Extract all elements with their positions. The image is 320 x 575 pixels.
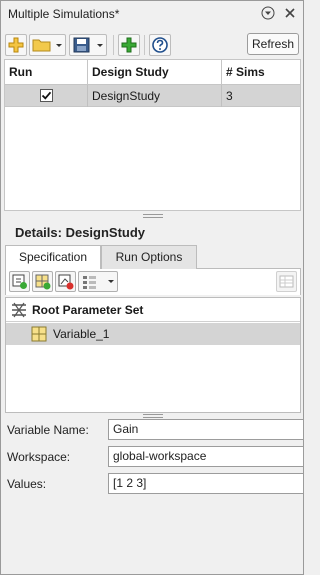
open-button[interactable] <box>29 34 66 56</box>
delete-button[interactable] <box>55 271 76 292</box>
add-icon <box>121 37 137 53</box>
tab-run-options[interactable]: Run Options <box>101 245 197 269</box>
column-header-sims[interactable]: # Sims <box>222 60 302 85</box>
layout-menu-button[interactable] <box>78 271 118 292</box>
table-row[interactable]: DesignStudy 3 <box>5 85 300 107</box>
values-label: Values: <box>7 477 47 491</box>
save-icon <box>73 37 90 53</box>
folder-icon <box>32 39 51 52</box>
specification-toolbar <box>5 269 301 295</box>
save-button[interactable] <box>69 34 107 56</box>
panel-title: Multiple Simulations* <box>8 7 120 21</box>
variable-name-field[interactable]: Gain <box>108 419 304 440</box>
close-icon[interactable] <box>283 6 297 20</box>
main-toolbar: Refresh <box>1 31 303 59</box>
chevron-down-icon <box>108 280 114 283</box>
add-variable-button[interactable] <box>32 271 53 292</box>
panel-menu-icon[interactable] <box>261 6 275 20</box>
tab-specification[interactable]: Specification <box>5 245 101 269</box>
plus-icon <box>8 37 24 53</box>
help-button[interactable] <box>149 34 171 56</box>
details-tabs: Specification Run Options <box>5 245 301 269</box>
table-view-button[interactable] <box>276 271 297 292</box>
variable-name-label: Variable Name: <box>7 423 89 437</box>
variable-icon <box>31 326 47 342</box>
column-header-run[interactable]: Run <box>5 60 88 85</box>
delete-icon <box>58 274 74 290</box>
values-field[interactable]: [1 2 3] <box>108 473 304 494</box>
tree-node-variable[interactable]: Variable_1 <box>6 323 300 345</box>
toolbar-separator <box>144 35 145 55</box>
add-parameter-button[interactable] <box>9 271 30 292</box>
run-checkbox[interactable] <box>40 89 53 102</box>
new-button[interactable] <box>5 34 27 56</box>
chevron-down-icon <box>56 44 62 47</box>
column-header-design-study[interactable]: Design Study <box>88 60 222 85</box>
refresh-button[interactable]: Refresh <box>247 33 299 55</box>
splitter-grip[interactable] <box>143 414 163 418</box>
toolbar-separator <box>113 35 114 55</box>
grid-icon <box>279 275 294 288</box>
tree-child-label: Variable_1 <box>53 327 110 341</box>
parameter-tree: Root Parameter Set Variable_1 <box>5 297 301 413</box>
help-icon <box>152 37 168 53</box>
design-study-table: Run Design Study # Sims DesignStudy 3 <box>4 59 301 211</box>
variable-add-icon <box>35 274 51 290</box>
sims-cell: 3 <box>226 89 233 103</box>
checkmark-icon <box>41 91 52 100</box>
tree-root-label: Root Parameter Set <box>32 303 144 317</box>
design-study-cell: DesignStudy <box>88 85 222 107</box>
multiple-simulations-panel: Multiple Simulations* Refresh Run Design… <box>0 0 304 575</box>
title-bar: Multiple Simulations* <box>1 1 303 27</box>
workspace-label: Workspace: <box>7 450 71 464</box>
splitter-grip[interactable] <box>143 214 163 218</box>
workspace-field[interactable]: global-workspace <box>108 446 304 467</box>
parameter-add-icon <box>12 274 27 289</box>
run-cell <box>5 85 88 107</box>
details-title: Details: DesignStudy <box>15 225 146 240</box>
tree-node-root[interactable]: Root Parameter Set <box>6 298 300 322</box>
table-header: Run Design Study # Sims <box>5 60 300 85</box>
chevron-down-icon <box>97 44 103 47</box>
parameter-set-icon <box>12 302 26 318</box>
list-icon <box>83 276 96 289</box>
add-design-study-button[interactable] <box>118 34 140 56</box>
